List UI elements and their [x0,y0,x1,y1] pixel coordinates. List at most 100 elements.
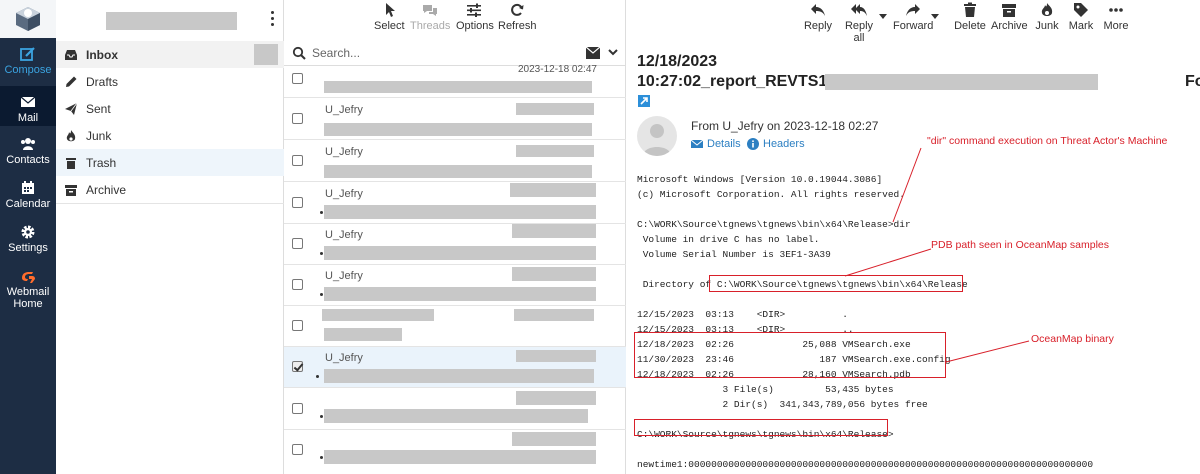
forward-dropdown-icon[interactable] [931,14,939,19]
cpanel-icon [22,272,35,283]
message-checkbox[interactable] [292,403,303,414]
message-subject: 12/18/2023 10:27:02_report_REVTS1 Fo [637,52,1200,92]
person-placeholder-icon [643,124,671,156]
envelope-filter-icon[interactable] [586,47,600,59]
paper-plane-icon [65,102,78,115]
select-button[interactable]: Select [374,2,405,32]
folder-archive[interactable]: Archive [56,176,284,203]
delete-button[interactable]: Delete [953,2,987,32]
kebab-menu-icon[interactable] [271,11,275,27]
reply-all-button-label: Reply all [844,20,874,44]
folder-panel: Inbox Drafts Sent Junk Trash Archive [56,0,284,474]
redacted-date [514,309,594,321]
folder-drafts[interactable]: Drafts [56,68,284,95]
bullet [320,211,323,214]
message-checkbox[interactable] [292,113,303,124]
contacts-icon [21,138,35,150]
bullet [320,415,323,418]
calendar-icon [22,181,34,194]
info-icon [747,138,759,150]
folder-junk-label: Junk [86,128,112,143]
folder-sent[interactable]: Sent [56,95,284,122]
nav-contacts-label: Contacts [6,154,50,166]
message-checkbox[interactable] [292,197,303,208]
nav-settings[interactable]: Settings [0,224,56,254]
reply-all-icon [851,4,867,16]
subject-line-1: 12/18/2023 [637,53,718,70]
nav-calendar[interactable]: Calendar [0,180,56,210]
headers-link[interactable]: Headers [747,138,805,150]
binary-files-highlight [634,332,946,378]
reply-button[interactable]: Reply [803,2,833,32]
message-date: 2023-12-18 02:47 [518,64,597,75]
more-button[interactable]: More [1101,2,1131,32]
message-checkbox[interactable] [292,238,303,249]
settings-icon [21,225,35,239]
body-line: (c) Microsoft Corporation. All rights re… [637,189,905,200]
redacted-subject [324,165,592,178]
archive-button[interactable]: Archive [991,2,1028,32]
folder-junk[interactable]: Junk [56,122,284,149]
folder-inbox[interactable]: Inbox [56,41,284,68]
reading-pane: Reply Reply all Forward Delete Archive J… [627,0,1200,474]
reply-all-dropdown-icon[interactable] [879,14,887,19]
message-row-selected[interactable]: U_Jefry [284,347,626,388]
mark-button-label: Mark [1068,20,1094,32]
options-button[interactable]: Options [456,2,494,32]
message-row[interactable]: U_Jefry [284,265,626,306]
details-link[interactable]: Details [691,138,741,150]
archive-icon [1002,4,1016,17]
redacted-date [512,267,596,281]
message-row[interactable] [284,430,626,474]
nav-webmail-home[interactable]: Webmail Home [0,268,56,310]
redacted-unread-count [254,44,278,65]
mark-button[interactable]: Mark [1067,2,1095,32]
junk-button[interactable]: Junk [1033,2,1061,32]
redacted-subject [324,246,596,260]
folder-archive-label: Archive [86,182,127,197]
forward-button[interactable]: Forward [893,2,933,32]
redacted-subject [324,369,594,383]
more-dots-icon [1109,8,1123,12]
message-checkbox-checked[interactable] [292,361,303,372]
message-from: From U_Jefry on 2023-12-18 02:27 [691,119,879,133]
folder-trash[interactable]: Trash [56,149,284,176]
nav-compose[interactable]: Compose [0,46,56,76]
message-checkbox[interactable] [292,279,303,290]
message-row[interactable] [284,306,626,347]
reply-all-button[interactable]: Reply all [839,2,879,44]
reply-button-label: Reply [803,20,833,32]
select-button-label: Select [374,20,405,32]
message-row[interactable] [284,389,626,430]
open-in-new-window-icon[interactable] [638,95,650,107]
message-row[interactable]: U_Jefry [284,141,626,182]
refresh-button[interactable]: Refresh [498,2,537,32]
message-row[interactable]: U_Jefry [284,99,626,140]
nav-contacts[interactable]: Contacts [0,136,56,166]
redacted-date [516,103,594,115]
message-checkbox[interactable] [292,320,303,331]
trash-icon [66,157,76,169]
threads-button[interactable]: Threads [410,2,450,32]
redacted-date [516,391,596,405]
nav-rail: Compose Mail Contacts Calendar Settings … [0,0,56,474]
folder-divider [56,203,284,204]
forward-icon [906,4,920,16]
message-checkbox[interactable] [292,73,303,84]
redacted-subject [324,205,596,219]
message-checkbox[interactable] [292,155,303,166]
message-row[interactable]: 2023-12-18 02:47 [284,64,626,98]
message-row[interactable]: U_Jefry [284,183,626,224]
search-input[interactable] [312,44,562,62]
roundcube-logo[interactable] [0,0,56,38]
cursor-arrow-icon [386,3,395,17]
chevron-down-icon[interactable] [608,49,618,56]
body-line [637,442,1093,457]
nav-mail[interactable]: Mail [0,86,56,126]
headers-link-label: Headers [763,138,805,150]
body-line: newtime1:0000000000000000000000000000000… [637,459,1094,470]
message-row[interactable]: U_Jefry [284,224,626,265]
message-checkbox[interactable] [292,444,303,455]
threads-button-label: Threads [410,20,451,32]
fire-icon [66,129,76,141]
